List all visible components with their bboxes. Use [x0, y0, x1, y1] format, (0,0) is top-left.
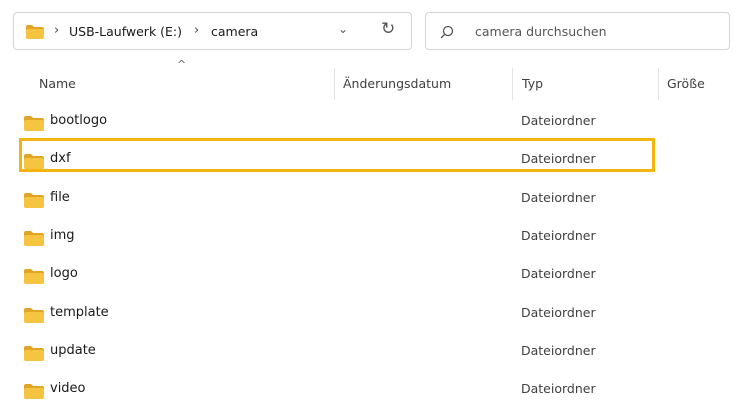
file-type: Dateiordner — [521, 381, 596, 397]
chevron-right-icon: › — [194, 23, 200, 38]
search-icon — [440, 25, 454, 39]
file-type: Dateiordner — [521, 189, 596, 205]
column-size[interactable]: Größe — [667, 76, 705, 91]
folder-icon — [24, 307, 44, 323]
sort-indicator[interactable]: ^ — [177, 58, 186, 71]
chevron-right-icon: › — [54, 23, 60, 38]
search-input[interactable]: camera durchsuchen — [475, 24, 607, 39]
address-bar[interactable]: › USB-Laufwerk (E:) › camera ⌄ ↻ — [13, 12, 412, 50]
folder-icon — [24, 154, 44, 170]
file-type: Dateiordner — [521, 342, 596, 358]
breadcrumb-folder[interactable]: camera — [211, 24, 258, 39]
file-name: template — [50, 304, 109, 320]
list-item-update[interactable]: update Dateiordner — [21, 336, 721, 368]
file-name: dxf — [50, 151, 71, 167]
column-date[interactable]: Änderungsdatum — [343, 76, 451, 91]
list-item-file[interactable]: file Dateiordner — [21, 183, 721, 215]
list-item-video[interactable]: video Dateiordner — [21, 374, 721, 406]
list-item-logo[interactable]: logo Dateiordner — [21, 259, 721, 291]
file-type: Dateiordner — [521, 151, 596, 167]
column-name[interactable]: Name — [39, 76, 76, 91]
folder-icon — [24, 192, 44, 208]
column-header: ^ Name Änderungsdatum Typ Größe — [0, 58, 741, 108]
list-item-dxf[interactable]: dxf Dateiordner — [21, 144, 721, 176]
file-type: Dateiordner — [521, 227, 596, 243]
folder-icon — [26, 25, 44, 39]
list-item-template[interactable]: template Dateiordner — [21, 298, 721, 330]
search-box[interactable]: camera durchsuchen — [425, 12, 730, 50]
column-divider[interactable] — [658, 68, 659, 100]
chevron-down-icon[interactable]: ⌄ — [338, 22, 348, 36]
file-name: bootlogo — [50, 113, 108, 128]
toolbar: › USB-Laufwerk (E:) › camera ⌄ ↻ camera … — [0, 0, 741, 56]
folder-icon — [24, 269, 44, 285]
folder-icon — [24, 116, 44, 131]
refresh-icon[interactable]: ↻ — [381, 19, 395, 39]
file-name: img — [50, 227, 75, 243]
file-name: logo — [50, 266, 78, 282]
folder-icon — [24, 345, 44, 361]
list-item-img[interactable]: img Dateiordner — [21, 221, 721, 253]
file-name: file — [50, 189, 70, 205]
column-type[interactable]: Typ — [522, 76, 543, 91]
file-type: Dateiordner — [521, 113, 596, 128]
file-name: update — [50, 342, 96, 358]
list-item-bootlogo[interactable]: bootlogo Dateiordner — [21, 106, 721, 138]
file-type: Dateiordner — [521, 266, 596, 282]
column-divider[interactable] — [512, 68, 513, 100]
file-name: video — [50, 381, 86, 397]
breadcrumb-drive[interactable]: USB-Laufwerk (E:) — [69, 24, 182, 39]
folder-icon — [24, 230, 44, 246]
file-type: Dateiordner — [521, 304, 596, 320]
column-divider[interactable] — [334, 68, 335, 100]
folder-icon — [24, 384, 44, 400]
